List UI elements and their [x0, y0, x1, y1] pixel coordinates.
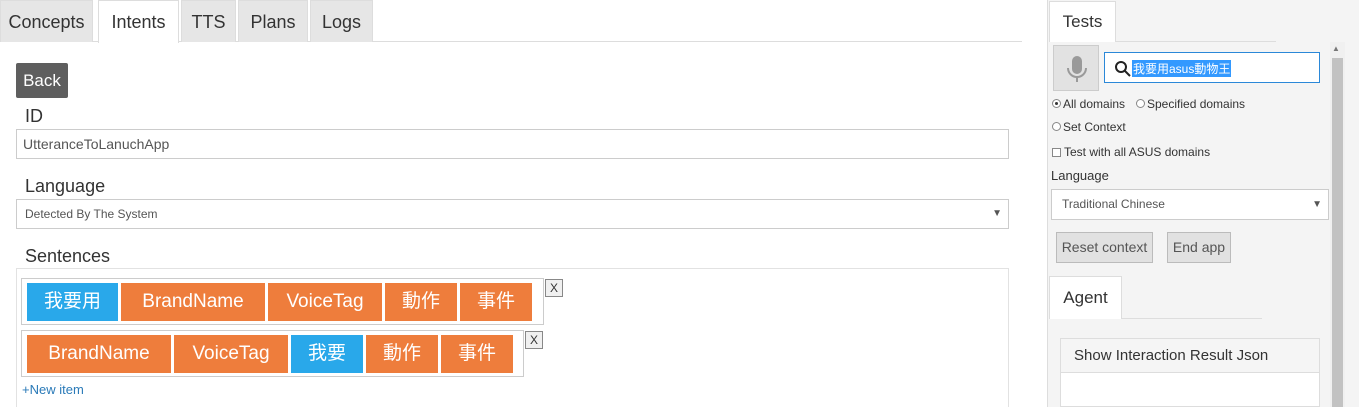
language-select-value: Detected By The System [25, 207, 158, 221]
interaction-result-panel: Show Interaction Result Json [1060, 338, 1320, 407]
search-icon [1115, 61, 1131, 77]
tab-tests[interactable]: Tests [1049, 1, 1116, 42]
language-select[interactable]: Detected By The System ▼ [16, 199, 1009, 229]
test-all-asus-label: Test with all ASUS domains [1064, 145, 1211, 159]
id-input[interactable]: UtteranceToLanuchApp [16, 129, 1009, 159]
test-utterance-value: 我要用asus動物王 [1132, 60, 1232, 77]
language-label: Language [25, 176, 106, 196]
new-item-link[interactable]: +New item [22, 382, 84, 397]
main-tabs: Concepts Intents TTS Plans Logs [0, 0, 1022, 43]
panel-language-value: Traditional Chinese [1062, 197, 1165, 211]
all-domains-label: All domains [1063, 97, 1126, 111]
chevron-down-icon: ▼ [992, 208, 1002, 219]
tab-divider [1122, 318, 1262, 319]
tab-concepts[interactable]: Concepts [0, 0, 93, 42]
tab-plans[interactable]: Plans [238, 0, 308, 42]
sentence-chip[interactable]: VoiceTag [268, 283, 382, 321]
id-input-value: UtteranceToLanuchApp [23, 136, 170, 152]
sentence-chip[interactable]: 動作 [385, 283, 457, 321]
end-app-button[interactable]: End app [1167, 232, 1231, 263]
chevron-down-icon: ▼ [1312, 199, 1322, 210]
sentence-chip[interactable]: 我要 [291, 335, 363, 373]
scroll-up-icon[interactable]: ▲ [1332, 44, 1340, 53]
sentence-chip[interactable]: VoiceTag [174, 335, 288, 373]
show-result-json-toggle[interactable]: Show Interaction Result Json [1061, 339, 1319, 373]
scrollbar-thumb[interactable] [1332, 58, 1343, 407]
microphone-icon [1067, 56, 1087, 82]
reset-context-button[interactable]: Reset context [1056, 232, 1153, 263]
panel-language-select[interactable]: Traditional Chinese ▼ [1051, 189, 1329, 220]
tab-intents[interactable]: Intents [98, 0, 179, 43]
microphone-button[interactable] [1053, 45, 1099, 91]
remove-sentence-button[interactable]: X [525, 331, 543, 349]
sentence-chip[interactable]: BrandName [121, 283, 265, 321]
id-label: ID [25, 106, 43, 126]
panel-language-label: Language [1051, 168, 1109, 183]
sentence-chip[interactable]: 我要用 [27, 283, 118, 321]
sentence-row[interactable]: BrandName VoiceTag 我要 動作 事件 [21, 330, 524, 377]
test-all-asus-checkbox[interactable] [1052, 148, 1061, 157]
tab-tts[interactable]: TTS [181, 0, 236, 42]
tab-agent[interactable]: Agent [1049, 276, 1122, 319]
set-context-label: Set Context [1063, 120, 1126, 134]
test-utterance-input[interactable]: 我要用asus動物王 [1104, 52, 1320, 83]
sentence-row[interactable]: 我要用 BrandName VoiceTag 動作 事件 [21, 278, 544, 325]
sentence-chip[interactable]: BrandName [27, 335, 171, 373]
specified-domains-label: Specified domains [1147, 97, 1246, 111]
tab-logs[interactable]: Logs [310, 0, 373, 42]
tab-divider [1116, 41, 1276, 42]
set-context-radio[interactable] [1052, 122, 1061, 131]
back-button[interactable]: Back [16, 63, 68, 98]
all-domains-radio[interactable] [1052, 99, 1061, 108]
sentence-chip[interactable]: 動作 [366, 335, 438, 373]
sentence-chip[interactable]: 事件 [460, 283, 532, 321]
remove-sentence-button[interactable]: X [545, 279, 563, 297]
specified-domains-radio[interactable] [1136, 99, 1145, 108]
sentences-label: Sentences [25, 246, 111, 266]
sentence-chip[interactable]: 事件 [441, 335, 513, 373]
